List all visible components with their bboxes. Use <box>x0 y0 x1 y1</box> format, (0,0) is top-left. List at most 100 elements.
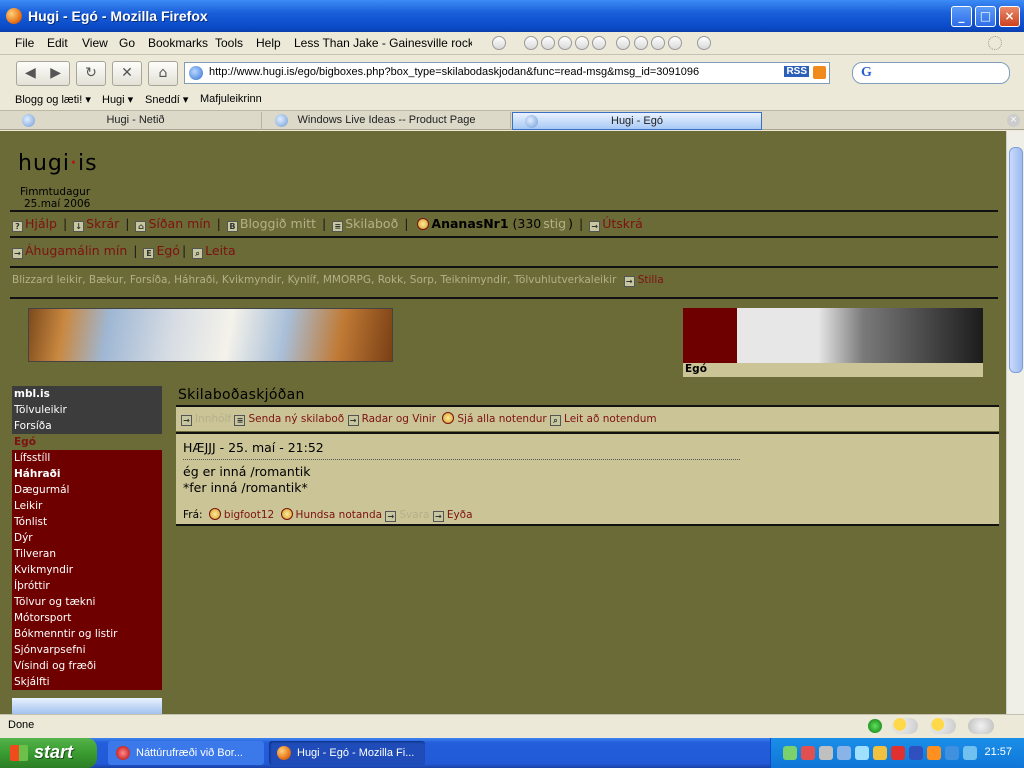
send-new-message-link[interactable]: Senda ný skilaboð <box>248 413 344 425</box>
back-button[interactable]: ◀ <box>25 65 36 81</box>
menu-bookmarks[interactable]: Bookmarks <box>148 36 208 50</box>
bookmark-mafjuleikrinn[interactable]: Mafjuleikrinn <box>200 93 262 105</box>
tray-icon[interactable] <box>963 746 977 760</box>
search-link[interactable]: Leita <box>205 243 235 258</box>
my-blog-link[interactable]: Bloggið mitt <box>240 216 316 231</box>
sidebar-item[interactable]: Tónlist <box>12 514 162 530</box>
media-next-icon[interactable] <box>592 36 606 50</box>
logout-link[interactable]: Útskrá <box>602 216 643 231</box>
tray-icon[interactable] <box>819 746 833 760</box>
start-button[interactable]: start <box>0 738 97 768</box>
forward-button[interactable]: ▶ <box>50 65 61 81</box>
maximize-button[interactable]: □ <box>975 6 996 27</box>
categories-settings-link[interactable]: Stilla <box>638 274 664 286</box>
ignore-user-link[interactable]: Hundsa notanda <box>296 509 383 521</box>
tray-icon[interactable] <box>873 746 887 760</box>
tab-hugi-netid[interactable]: Hugi - Netið <box>10 112 262 130</box>
all-users-link[interactable]: Sjá alla notendur <box>457 413 546 425</box>
tray-icon[interactable] <box>801 746 815 760</box>
menu-tools[interactable]: Tools <box>215 36 243 50</box>
close-button[interactable]: × <box>999 6 1020 27</box>
taskbar-item-natturufraedi[interactable]: Náttúrufræði við Bor... <box>108 741 264 765</box>
media-settings-icon[interactable] <box>697 36 711 50</box>
tray-icon[interactable] <box>837 746 851 760</box>
sidebar-item[interactable]: Dægurmál <box>12 482 162 498</box>
rss-icon[interactable]: RSS <box>784 66 809 77</box>
tray-icon[interactable] <box>855 746 869 760</box>
category-links[interactable]: Blizzard leikir, Bækur, Forsíða, Háhraði… <box>12 274 616 286</box>
interests-link[interactable]: Áhugamálin mín <box>25 243 127 258</box>
ego-banner-image[interactable] <box>683 308 983 363</box>
media-rewind-icon[interactable] <box>541 36 555 50</box>
media-play-icon[interactable] <box>492 36 506 50</box>
sidebar-item[interactable]: Skjálfti <box>12 674 162 690</box>
url-bar[interactable]: http://www.hugi.is/ego/bigboxes.php?box_… <box>184 62 830 84</box>
tray-icon[interactable] <box>783 746 797 760</box>
inbox-link[interactable]: Innhólf <box>195 413 231 425</box>
sidebar-item[interactable]: Tilveran <box>12 546 162 562</box>
close-tab-icon[interactable]: × <box>1007 114 1020 127</box>
menu-view[interactable]: View <box>82 36 108 50</box>
media-stop-icon[interactable] <box>575 36 589 50</box>
tray-icon[interactable] <box>891 746 905 760</box>
media-menu-icon[interactable] <box>668 36 682 50</box>
taskbar-item-firefox[interactable]: Hugi - Egó - Mozilla Fi... <box>269 741 425 765</box>
site-logo[interactable]: hugi·is <box>18 151 98 176</box>
media-prev-icon[interactable] <box>524 36 538 50</box>
media-repeat-icon[interactable] <box>634 36 648 50</box>
home-button[interactable]: ⌂ <box>148 61 178 86</box>
friends-link[interactable]: Radar og Vinir <box>362 413 436 425</box>
media-shuffle-icon[interactable] <box>651 36 665 50</box>
weather-cloudy-icon[interactable] <box>892 718 918 734</box>
sidebar-ad-image[interactable] <box>12 698 162 714</box>
bookmark-folder-sneddi[interactable]: Sneddí ▾ <box>145 93 188 106</box>
files-link[interactable]: Skrár <box>86 216 119 231</box>
sidebar-section-ego[interactable]: Egó <box>12 434 162 450</box>
url-text[interactable]: http://www.hugi.is/ego/bigboxes.php?box_… <box>209 66 699 78</box>
sidebar-item[interactable]: Dýr <box>12 530 162 546</box>
minimize-button[interactable]: _ <box>951 6 972 27</box>
menu-edit[interactable]: Edit <box>47 36 68 50</box>
messages-link[interactable]: Skilaboð <box>345 216 398 231</box>
feed-icon[interactable] <box>813 66 826 79</box>
menu-go[interactable]: Go <box>119 36 135 50</box>
search-input[interactable]: G <box>852 62 1010 84</box>
sidebar-item[interactable]: Íþróttir <box>12 578 162 594</box>
stop-button[interactable]: ✕ <box>112 61 142 86</box>
sidebar-item-mbl[interactable]: mbl.is <box>12 386 162 402</box>
bookmark-folder-hugi[interactable]: Hugi ▾ <box>102 93 133 106</box>
sidebar-item[interactable]: Bókmenntir og listir <box>12 626 162 642</box>
sidebar-item[interactable]: Lífsstíll <box>12 450 162 466</box>
vertical-scrollbar[interactable] <box>1006 131 1024 714</box>
my-page-link[interactable]: Síðan mín <box>148 216 210 231</box>
ego-link[interactable]: Egó <box>156 243 179 258</box>
tray-icon[interactable] <box>927 746 941 760</box>
weather-sunny-icon[interactable] <box>930 718 956 734</box>
menu-help[interactable]: Help <box>256 36 281 50</box>
sidebar-item[interactable]: Tölvur og tækni <box>12 594 162 610</box>
sidebar-item[interactable]: Mótorsport <box>12 610 162 626</box>
search-users-link[interactable]: Leit að notendum <box>564 413 657 425</box>
weather-cloud-icon[interactable] <box>968 718 994 734</box>
username-link[interactable]: AnanasNr1 <box>431 216 508 231</box>
sidebar-item[interactable]: Sjónvarpsefni <box>12 642 162 658</box>
sidebar-item-tolvuleikir[interactable]: Tölvuleikir <box>12 402 162 418</box>
reload-button[interactable]: ↻ <box>76 61 106 86</box>
bookmark-folder-blogg[interactable]: Blogg og læti! ▾ <box>15 93 91 106</box>
google-icon[interactable]: G <box>861 65 872 81</box>
tab-hugi-ego[interactable]: Hugi - Egó <box>512 112 762 130</box>
media-pause-icon[interactable] <box>558 36 572 50</box>
sidebar-item-forsida[interactable]: Forsíða <box>12 418 162 434</box>
sidebar-item[interactable]: Leikir <box>12 498 162 514</box>
header-banner-image[interactable] <box>28 308 393 362</box>
sender-link[interactable]: bigfoot12 <box>224 509 274 521</box>
scrollbar-thumb[interactable] <box>1009 147 1023 373</box>
delete-link[interactable]: Eyða <box>447 509 473 521</box>
reply-link[interactable]: Svara <box>399 509 429 521</box>
help-link[interactable]: Hjálp <box>25 216 57 231</box>
tray-icon[interactable] <box>909 746 923 760</box>
tray-icon[interactable] <box>945 746 959 760</box>
media-volume-icon[interactable] <box>616 36 630 50</box>
sidebar-item[interactable]: Vísindi og fræði <box>12 658 162 674</box>
tab-windows-live[interactable]: Windows Live Ideas -- Product Page <box>263 112 511 130</box>
